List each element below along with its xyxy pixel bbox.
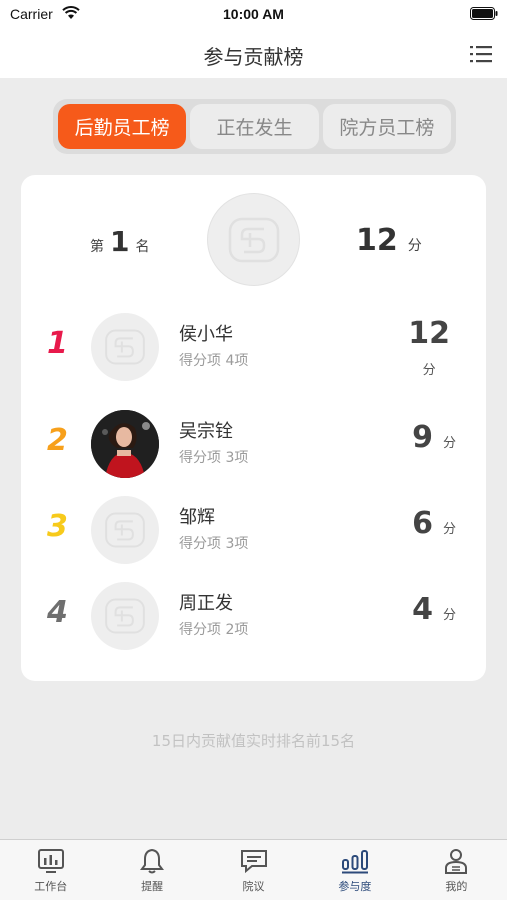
my-avatar[interactable] (207, 193, 300, 286)
member-score: 9 分 (412, 420, 456, 455)
score-unit: 分 (422, 363, 436, 378)
default-avatar-logo-icon (228, 217, 279, 262)
score-items: 得分项 3项 (179, 450, 249, 466)
member-score: 12 分 (408, 316, 450, 378)
list-item[interactable]: 3 邹辉 得分项 3项 6 分 (21, 491, 486, 571)
avatar (91, 496, 159, 564)
member-name: 吴宗铨 (179, 421, 233, 442)
my-score-value: 12 (356, 223, 398, 258)
member-score: 4 分 (412, 592, 456, 627)
tab-bar-label: 提醒 (141, 880, 164, 893)
score-items: 得分项 3项 (179, 536, 249, 552)
avatar (91, 313, 159, 381)
list-icon[interactable] (469, 43, 493, 65)
rank-number: 1 (47, 326, 68, 361)
tab-bar-item-remind[interactable]: 提醒 (101, 840, 202, 900)
ranking-note: 15日内贡献值实时排名前15名 (151, 732, 356, 750)
battery-icon (470, 7, 498, 20)
member-name: 邹辉 (179, 507, 215, 528)
my-score-unit: 分 (407, 238, 422, 254)
score-items: 得分项 4项 (179, 353, 249, 369)
score-value: 12 (408, 316, 450, 351)
tab-bar-item-workbench[interactable]: 工作台 (0, 840, 101, 900)
tab-bar-label: 工作台 (34, 880, 68, 893)
status-bar: Carrier 10:00 AM (0, 0, 507, 30)
my-score: 12 分 (356, 223, 422, 258)
score-value: 6 (412, 506, 433, 541)
score-unit: 分 (442, 522, 456, 537)
my-rank-prefix: 第 (90, 239, 104, 255)
rank-number: 2 (47, 423, 68, 458)
person-photo-icon (91, 410, 159, 478)
bar-chart-icon (341, 850, 368, 874)
chat-icon (240, 850, 267, 874)
my-rank-suffix: 名 (135, 239, 150, 255)
tab-bar-label: 我的 (445, 880, 468, 893)
tab-bar-label: 院议 (242, 880, 265, 893)
status-time: 10:00 AM (223, 6, 284, 22)
default-avatar-logo-icon (105, 512, 145, 548)
nav-bar: 参与贡献榜 (0, 30, 507, 78)
default-avatar-logo-icon (105, 598, 145, 634)
ranking-card: 第 1 名 12 分 1 侯小华 得分项 4项 12 分 2 吴宗铨 得分项 3… (21, 175, 486, 681)
tab-happening-now[interactable]: 正在发生 (190, 104, 319, 149)
rank-number: 3 (47, 509, 68, 544)
score-value: 9 (412, 420, 433, 455)
list-item[interactable]: 2 吴宗铨 得分项 3项 9 分 (21, 405, 486, 485)
tab-hospital-staff[interactable]: 院方员工榜 (322, 104, 451, 149)
chart-board-icon (37, 849, 64, 873)
tab-logistics-staff[interactable]: 后勤员工榜 (58, 104, 187, 149)
leaderboard-tabs: 后勤员工榜 正在发生 院方员工榜 (53, 99, 456, 154)
bottom-tab-bar: 工作台 提醒 院议 参与度 我的 (0, 839, 507, 900)
rank-number: 4 (47, 595, 68, 630)
my-rank: 第 1 名 (90, 225, 149, 258)
score-unit: 分 (442, 436, 456, 451)
tab-bar-item-participation[interactable]: 参与度 (304, 840, 405, 900)
my-rank-number: 1 (110, 225, 130, 258)
tab-bar-label: 参与度 (338, 880, 372, 893)
default-avatar-logo-icon (105, 329, 145, 365)
tab-bar-item-mine[interactable]: 我的 (406, 840, 507, 900)
page-title: 参与贡献榜 (203, 45, 304, 69)
avatar-photo (91, 410, 159, 478)
user-icon (445, 849, 468, 874)
bell-icon (140, 848, 165, 874)
score-value: 4 (412, 592, 433, 627)
member-score: 6 分 (412, 506, 456, 541)
tab-bar-item-discussion[interactable]: 院议 (203, 840, 304, 900)
list-item[interactable]: 4 周正发 得分项 2项 4 分 (21, 577, 486, 657)
score-items: 得分项 2项 (179, 622, 249, 638)
score-unit: 分 (442, 608, 456, 623)
list-item[interactable]: 1 侯小华 得分项 4项 12 分 (21, 308, 486, 388)
avatar (91, 582, 159, 650)
member-name: 侯小华 (179, 324, 233, 345)
member-name: 周正发 (179, 593, 233, 614)
